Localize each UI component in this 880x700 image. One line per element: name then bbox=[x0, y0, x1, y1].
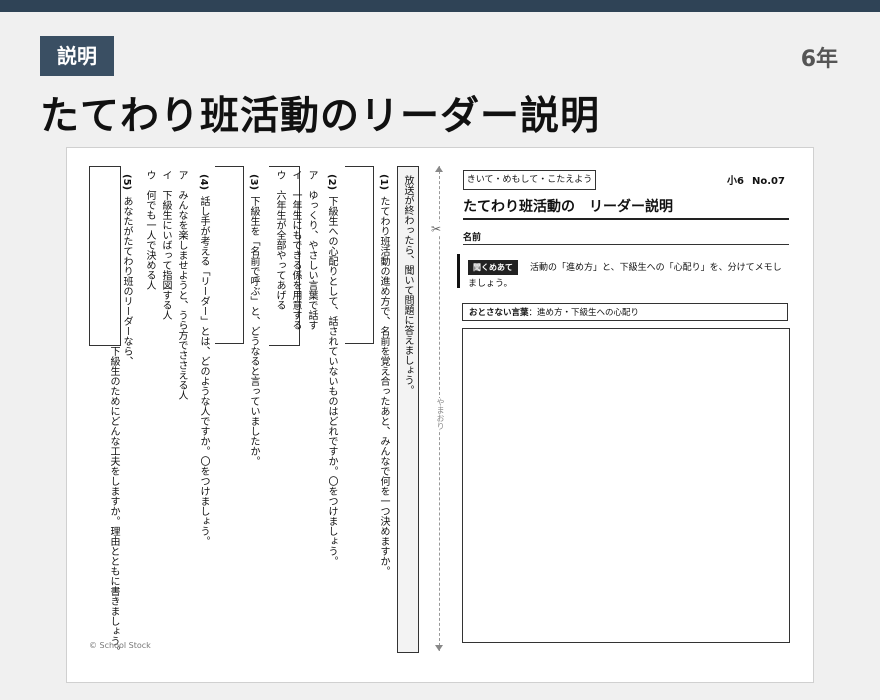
q4-label: (4) bbox=[198, 174, 209, 191]
number: No.07 bbox=[751, 176, 785, 187]
listen-text: 活動の「進め方」と、下級生への「心配り」を、分けてメモし bbox=[530, 263, 782, 273]
q2-answer-box bbox=[345, 166, 374, 344]
q3-label: (3) bbox=[248, 174, 259, 191]
name-label: 名前 bbox=[463, 233, 482, 243]
q2-option-u-text: ウ 六年生が全部やってあげる bbox=[274, 170, 285, 310]
top-bar bbox=[0, 0, 880, 12]
q2-label: (2) bbox=[326, 174, 337, 191]
listen-tag: 聞くめあて bbox=[468, 260, 518, 275]
q4-option-a: ア みんなを楽しませようと、うら方でささえる人 bbox=[176, 170, 187, 400]
fold-label: やまおり bbox=[435, 398, 446, 430]
q5-answer-box bbox=[89, 166, 121, 346]
q5-question-a: あなたがたてわり班のリーダーなら、 bbox=[121, 196, 132, 366]
q1-question: たてわり班活動の進め方で、名前を覚え合ったあと、みんなで何を一つ決めますか。 bbox=[378, 196, 389, 576]
keywords-text: ：進め方・下級生への心配り bbox=[528, 308, 640, 318]
q2-option-a: ア ゆっくり、やさしい言葉で話す bbox=[306, 170, 317, 330]
q3-question: 下級生を「名前で呼ぶ」と、どうなると言っていましたか。 bbox=[248, 196, 259, 466]
listen-text-continued: ましょう。 bbox=[468, 279, 513, 289]
header-tag: きいて・めもして・こたえよう bbox=[463, 170, 596, 190]
grade-label: 6年 bbox=[800, 47, 838, 72]
q4-option-u: ウ 何でも一人で決める人 bbox=[144, 170, 155, 290]
instruction-text: 放送が終わったら、聞いて問題に答えましょう。 bbox=[402, 175, 413, 395]
category-badge: 説明 bbox=[40, 36, 114, 76]
copyright: © School Stock bbox=[89, 641, 151, 650]
worksheet-number: 小6 No.07 bbox=[727, 172, 785, 187]
q4-option-i: イ 下級生にいばって指図する人 bbox=[160, 170, 171, 320]
memo-box[interactable] bbox=[462, 328, 790, 643]
fold-arrow-up-icon bbox=[435, 166, 443, 172]
scissors-icon: ✂ bbox=[431, 222, 442, 236]
q4-question: 話し手が考える「リーダー」とは、どのような人ですか。〇をつけましょう。 bbox=[198, 196, 209, 546]
grade-small: 小6 bbox=[727, 176, 744, 187]
listening-goal: 聞くめあて 活動の「進め方」と、下級生への「心配り」を、分けてメモし ましょう。 bbox=[457, 254, 792, 289]
q4-answer-box bbox=[215, 166, 244, 344]
instruction-box: 放送が終わったら、聞いて問題に答えましょう。 bbox=[397, 166, 419, 653]
q1-label: (1) bbox=[378, 174, 389, 191]
fold-arrow-down-icon bbox=[435, 645, 443, 651]
q2-question: 下級生への心配りとして、話されていないものはどれですか。〇をつけましょう。 bbox=[326, 196, 337, 566]
name-line bbox=[463, 244, 789, 245]
q5-label: (5) bbox=[121, 174, 132, 191]
page-title: たてわり班活動のリーダー説明 bbox=[40, 94, 601, 139]
q2-option-i: イ 一年生にもできる係を用意する bbox=[290, 170, 301, 330]
q5-question-b: 下級生のためにどんな工夫をしますか。理由とともに書きましょう。 bbox=[108, 346, 119, 656]
worksheet-title: たてわり班活動の リーダー説明 bbox=[463, 196, 789, 220]
worksheet-preview: (5) あなたがたてわり班のリーダーなら、 下級生のためにどんな工夫をしますか。… bbox=[66, 147, 814, 683]
keywords-label: おとさない言葉 bbox=[469, 308, 529, 318]
keywords-box: おとさない言葉：進め方・下級生への心配り bbox=[462, 303, 788, 321]
